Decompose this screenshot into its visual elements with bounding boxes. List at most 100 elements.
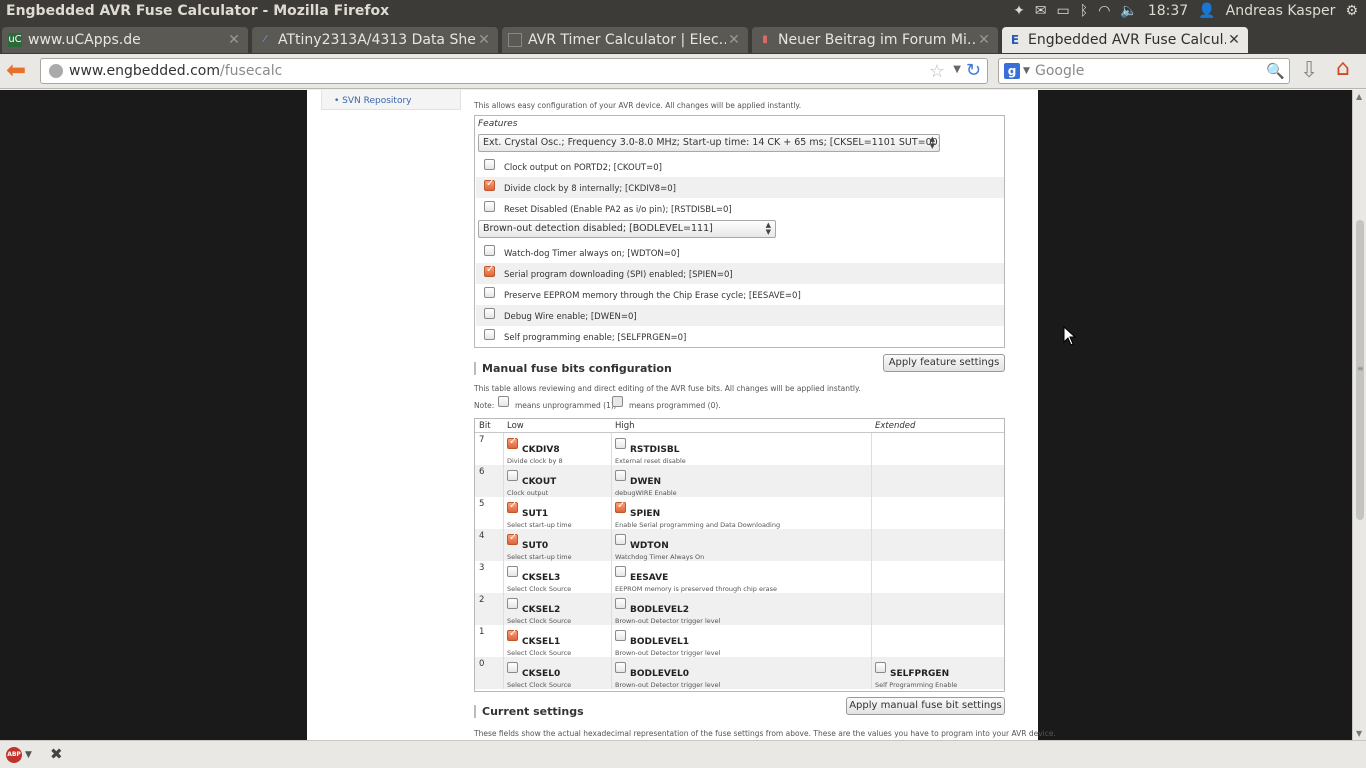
reload-icon[interactable]: ↻ bbox=[966, 60, 981, 81]
fuse-name: CKSEL2 bbox=[522, 605, 561, 615]
feature-checkbox[interactable] bbox=[484, 245, 495, 256]
table-row: 5 SUT1 Select start-up time SPIEN Enable… bbox=[475, 497, 1004, 529]
fuse-checkbox[interactable] bbox=[615, 630, 626, 641]
scroll-down-icon[interactable]: ▼ bbox=[1356, 729, 1362, 738]
column-header-low: Low bbox=[507, 421, 524, 431]
close-icon[interactable]: ✕ bbox=[226, 32, 242, 48]
battery-icon[interactable]: ▭ bbox=[1057, 3, 1070, 19]
fuse-checkbox[interactable] bbox=[507, 436, 518, 449]
fuse-bits-table: Bit Low High Extended 7 CKDIV8 Divide cl… bbox=[474, 418, 1005, 692]
fuse-name: SELFPRGEN bbox=[890, 669, 950, 679]
tab-timer-calculator[interactable]: AVR Timer Calculator | Elec… ✕ bbox=[502, 27, 748, 53]
home-icon[interactable]: ⌂ bbox=[1336, 56, 1350, 81]
feature-checkbox[interactable] bbox=[484, 159, 495, 170]
fuse-name: SUT0 bbox=[522, 541, 549, 551]
close-icon[interactable]: ✕ bbox=[726, 32, 742, 48]
tab-ucapps[interactable]: uC www.uCApps.de ✕ bbox=[2, 27, 248, 53]
search-input[interactable]: Google bbox=[1035, 63, 1084, 79]
chevron-down-icon[interactable]: ▼ bbox=[25, 750, 32, 760]
sidebar-item-label: SVN Repository bbox=[342, 96, 412, 106]
bluetooth-icon[interactable]: ᛒ bbox=[1080, 3, 1088, 19]
fuse-checkbox[interactable] bbox=[615, 566, 626, 577]
scroll-up-icon[interactable]: ▲ bbox=[1356, 92, 1362, 101]
close-icon[interactable]: ✕ bbox=[476, 32, 492, 48]
gear-icon[interactable]: ⚙ bbox=[1345, 3, 1358, 19]
fuse-checkbox[interactable] bbox=[507, 662, 518, 673]
feature-checkbox[interactable] bbox=[484, 308, 495, 319]
feature-row[interactable]: Divide clock by 8 internally; [CKDIV8=0] bbox=[476, 177, 1004, 198]
feature-label: Debug Wire enable; [DWEN=0] bbox=[504, 312, 637, 322]
high-fuse-cell: SPIEN Enable Serial programming and Data… bbox=[611, 497, 871, 529]
bit-number: 5 bbox=[479, 499, 485, 509]
clock-source-select[interactable]: Ext. Crystal Osc.; Frequency 3.0-8.0 MHz… bbox=[478, 134, 940, 152]
wifi-icon[interactable]: ◠ bbox=[1098, 3, 1110, 19]
fuse-checkbox[interactable] bbox=[507, 598, 518, 609]
tab-datasheet[interactable]: ⁄ ATtiny2313A/4313 Data She… ✕ bbox=[252, 27, 498, 53]
fuse-checkbox[interactable] bbox=[615, 662, 626, 673]
fuse-checkbox[interactable] bbox=[615, 470, 626, 481]
feature-row[interactable]: Watch-dog Timer always on; [WDTON=0] bbox=[476, 242, 1004, 263]
bit-number: 1 bbox=[479, 627, 485, 637]
fuse-desc: Select Clock Source bbox=[507, 617, 572, 625]
fuse-desc: EEPROM memory is preserved through chip … bbox=[615, 585, 778, 593]
clock-time[interactable]: 18:37 bbox=[1148, 3, 1188, 19]
sidebar-item-svn-repository[interactable]: • SVN Repository bbox=[334, 96, 412, 106]
fuse-checkbox[interactable] bbox=[507, 566, 518, 577]
page-viewport: • SVN Repository This allows easy config… bbox=[0, 90, 1352, 740]
fuse-checkbox[interactable] bbox=[507, 532, 518, 545]
high-fuse-cell: EESAVE EEPROM memory is preserved throug… bbox=[611, 561, 871, 593]
search-bar[interactable]: g ▼ Google 🔍 bbox=[998, 58, 1290, 84]
feature-checkbox[interactable] bbox=[484, 264, 495, 277]
feature-row[interactable]: Serial program downloading (SPI) enabled… bbox=[476, 263, 1004, 284]
feature-checkbox[interactable] bbox=[484, 329, 495, 340]
downloads-icon[interactable]: ⇩ bbox=[1300, 58, 1318, 83]
url-bar[interactable]: www.engbedded.com/fusecalc ☆ ▼ ↻ bbox=[40, 58, 988, 84]
globe-icon[interactable] bbox=[49, 64, 63, 78]
sidebar: • SVN Repository bbox=[321, 90, 461, 110]
tab-fuse-calculator[interactable]: E Engbedded AVR Fuse Calcul… ✕ bbox=[1002, 27, 1248, 53]
fuse-checkbox[interactable] bbox=[507, 470, 518, 481]
mail-icon[interactable]: ✉ bbox=[1035, 3, 1047, 19]
feature-row[interactable]: Reset Disabled (Enable PA2 as i/o pin); … bbox=[476, 198, 1004, 219]
feature-checkbox[interactable] bbox=[484, 287, 495, 298]
fuse-checkbox[interactable] bbox=[615, 500, 626, 513]
apply-feature-settings-button[interactable]: Apply feature settings bbox=[883, 354, 1005, 372]
fuse-checkbox[interactable] bbox=[615, 534, 626, 545]
fuse-checkbox[interactable] bbox=[507, 628, 518, 641]
search-icon[interactable]: 🔍 bbox=[1266, 62, 1285, 80]
fuse-checkbox[interactable] bbox=[507, 500, 518, 513]
feature-checkbox[interactable] bbox=[484, 178, 495, 191]
history-dropdown-icon[interactable]: ▼ bbox=[953, 64, 961, 75]
ucapps-favicon-icon: uC bbox=[8, 33, 22, 47]
feature-row[interactable]: Debug Wire enable; [DWEN=0] bbox=[476, 305, 1004, 326]
volume-icon[interactable]: 🔈 bbox=[1120, 3, 1137, 19]
high-fuse-cell: DWEN debugWIRE Enable bbox=[611, 465, 871, 497]
fuse-checkbox[interactable] bbox=[875, 662, 886, 673]
brown-out-select[interactable]: Brown-out detection disabled; [BODLEVEL=… bbox=[478, 220, 776, 238]
dropbox-icon[interactable]: ✦ bbox=[1013, 3, 1025, 19]
fuse-desc: Divide clock by 8 bbox=[507, 457, 563, 465]
url-text[interactable]: www.engbedded.com/fusecalc bbox=[69, 63, 282, 79]
tab-forum[interactable]: ▮ Neuer Beitrag im Forum Mi… ✕ bbox=[752, 27, 998, 53]
close-icon[interactable]: ✖ bbox=[50, 745, 63, 763]
feature-label: Preserve EEPROM memory through the Chip … bbox=[504, 291, 801, 301]
fuse-checkbox[interactable] bbox=[615, 438, 626, 449]
manual-section-title: Manual fuse bits configuration bbox=[474, 362, 672, 375]
back-button[interactable]: ⬅ bbox=[6, 58, 34, 84]
tab-label: ATtiny2313A/4313 Data She… bbox=[278, 32, 476, 48]
extended-fuse-cell bbox=[871, 433, 1004, 465]
apply-manual-fuse-bits-button[interactable]: Apply manual fuse bit settings bbox=[846, 697, 1005, 715]
close-icon[interactable]: ✕ bbox=[1226, 32, 1242, 48]
bookmark-star-icon[interactable]: ☆ bbox=[929, 61, 945, 82]
close-icon[interactable]: ✕ bbox=[976, 32, 992, 48]
adblock-plus-icon[interactable]: ABP bbox=[6, 747, 22, 763]
feature-row[interactable]: Self programming enable; [SELFPRGEN=0] bbox=[476, 326, 1004, 347]
feature-row[interactable]: Clock output on PORTD2; [CKOUT=0] bbox=[476, 156, 1004, 177]
chevron-down-icon[interactable]: ▼ bbox=[1023, 66, 1030, 76]
google-engine-icon[interactable]: g bbox=[1004, 63, 1020, 79]
user-name[interactable]: Andreas Kasper bbox=[1226, 3, 1336, 19]
vertical-scrollbar[interactable]: ▲ ≡ ▼ bbox=[1352, 90, 1366, 740]
feature-row[interactable]: Preserve EEPROM memory through the Chip … bbox=[476, 284, 1004, 305]
feature-checkbox[interactable] bbox=[484, 201, 495, 212]
fuse-checkbox[interactable] bbox=[615, 598, 626, 609]
